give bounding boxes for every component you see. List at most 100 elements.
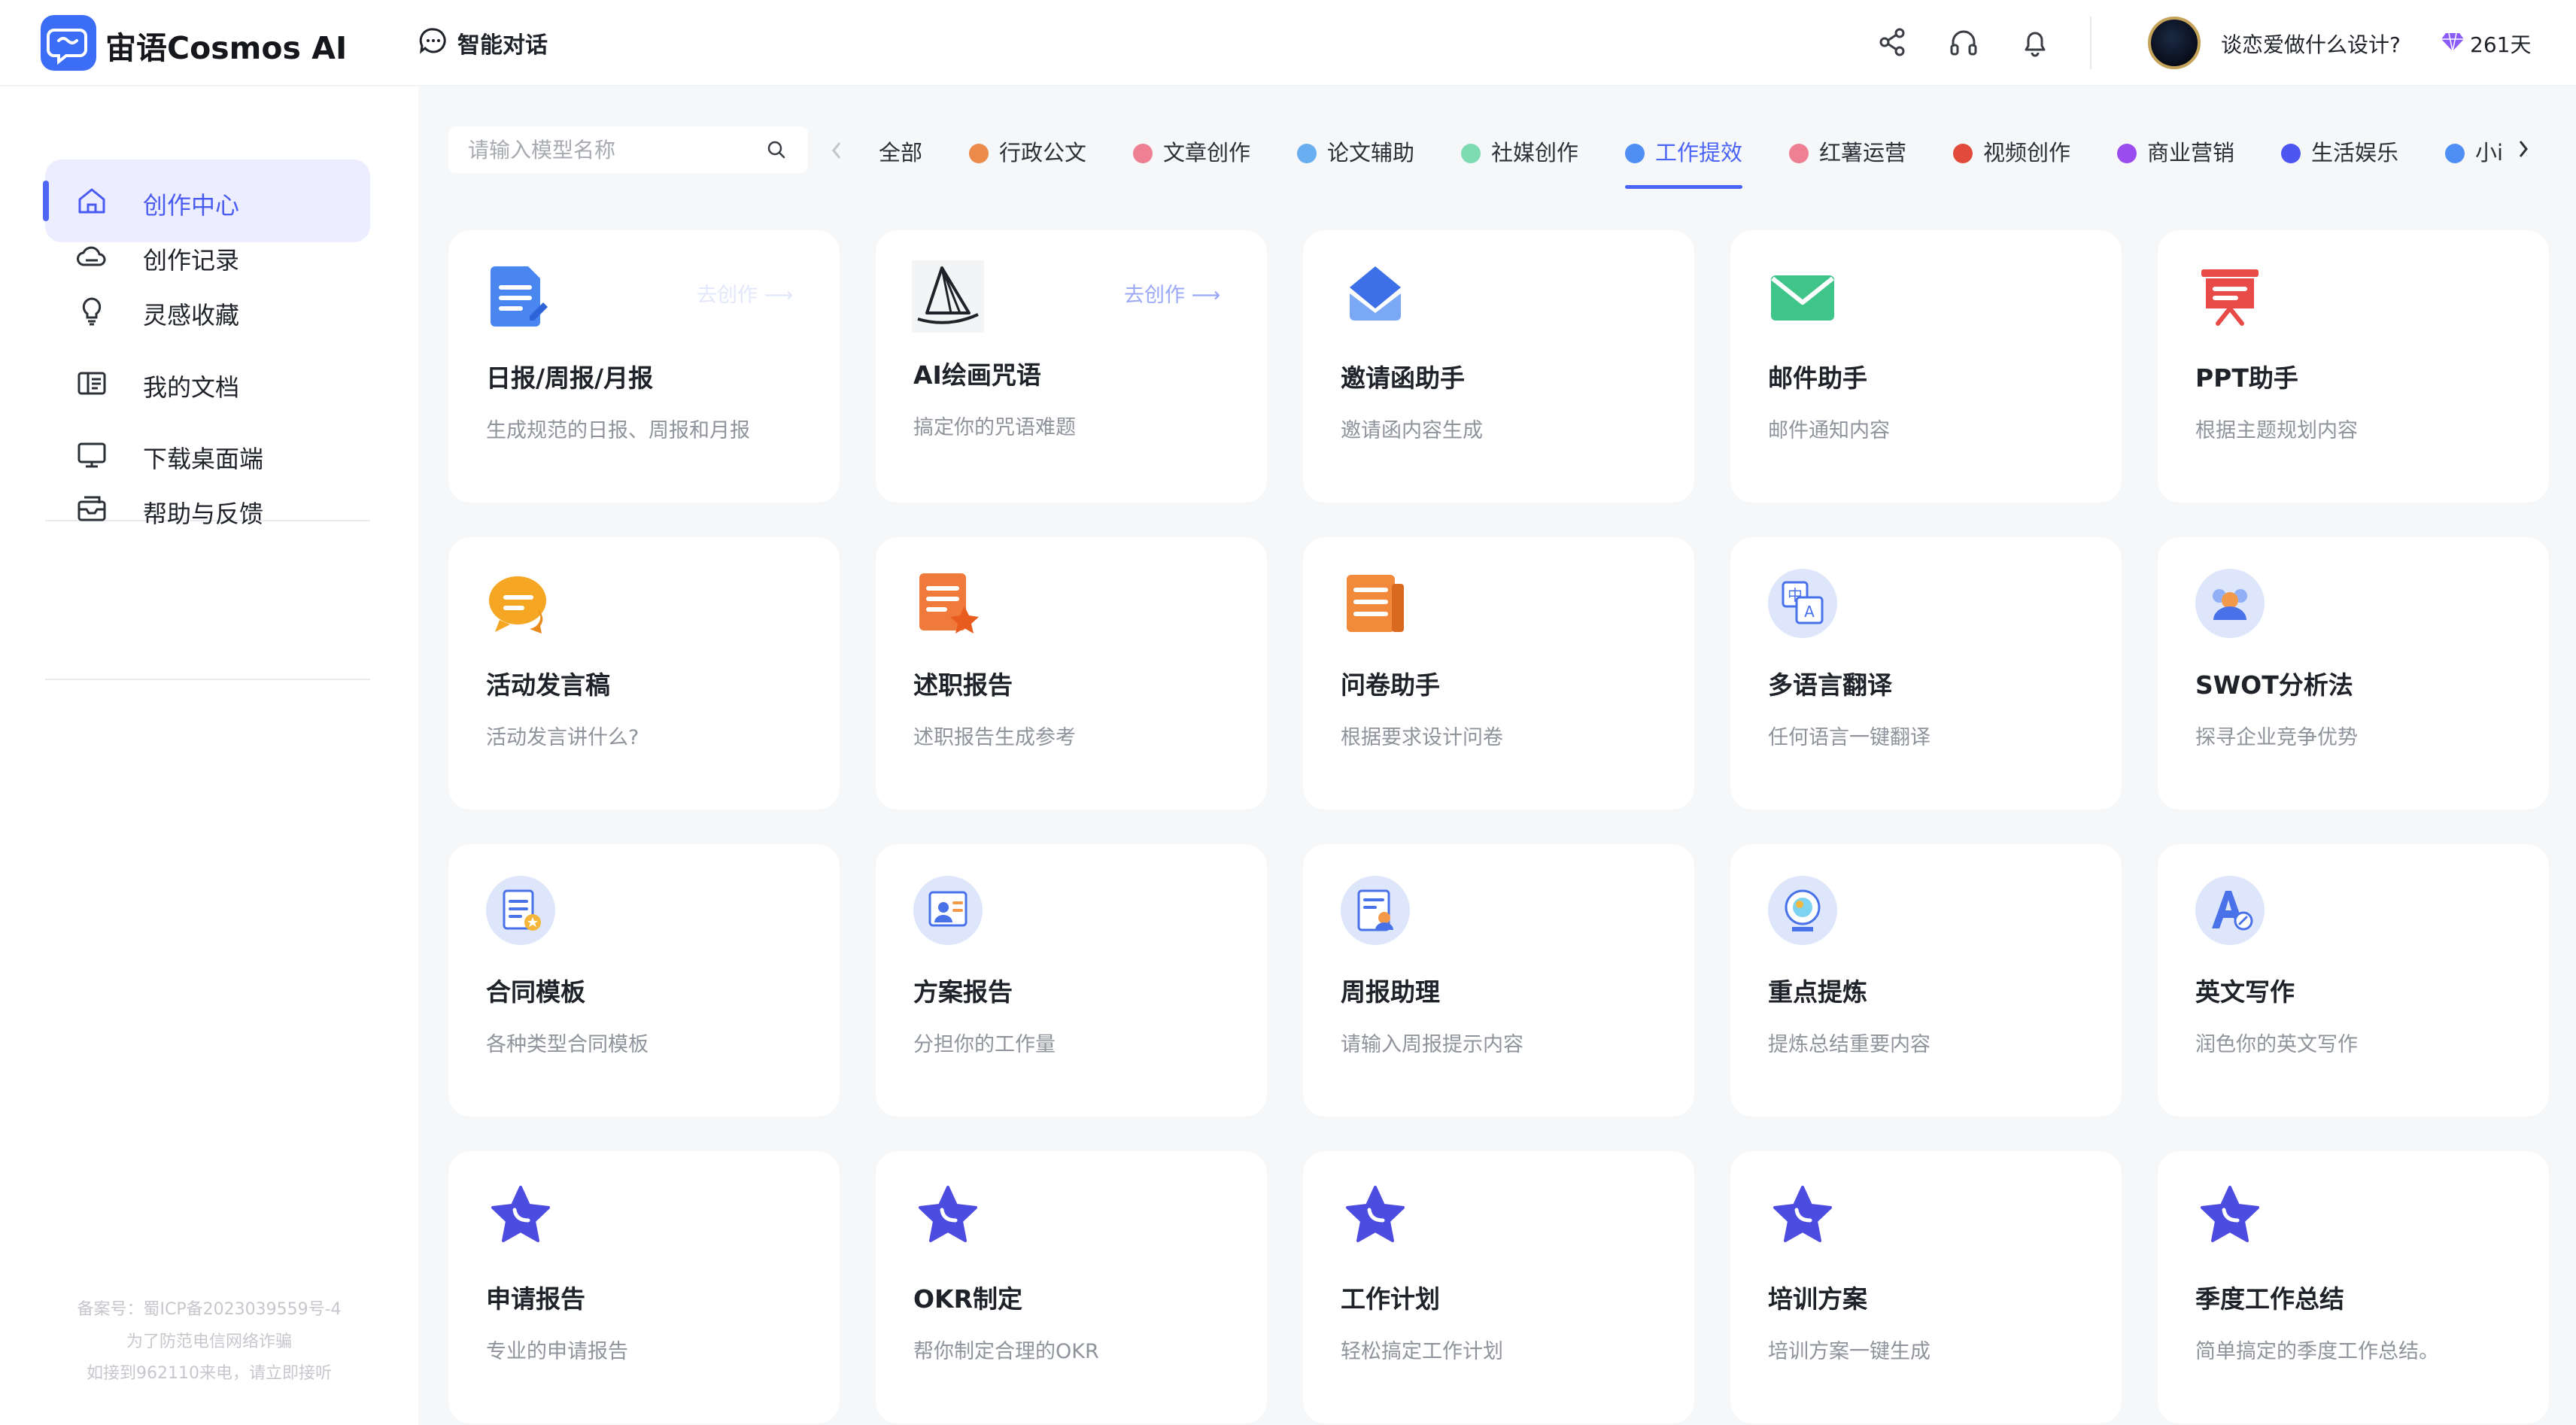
tool-card-work-report[interactable]: 述职报告 述职报告生成参考 [876,537,1267,810]
app-name: 宙语Cosmos AI [105,30,348,66]
smart-chat-link[interactable]: 智能对话 [457,26,548,59]
highlight-extract-icon [1768,876,1837,945]
tab-label: 行政公文 [999,140,1087,166]
card-description: 请输入周报提示内容 [1341,1033,1523,1056]
card-description: 培训方案一键生成 [1768,1340,1930,1363]
tool-card-quarterly-summary[interactable]: 季度工作总结 简单搞定的季度工作总结。 [2158,1151,2549,1423]
chevron-right-icon[interactable] [2513,134,2534,164]
translate-icon: 中 A [1768,569,1837,638]
tab-label: 全部 [879,140,923,166]
tab-article-writing[interactable]: 文章创作 [1133,135,1250,181]
sidebar-item-inspiration[interactable]: 灵感收藏 [45,269,370,352]
category-dot [2117,144,2137,163]
go-create-link[interactable]: 去创作 ⟶ [697,278,793,308]
tool-card-ppt[interactable]: PPT助手 根据主题规划内容 [2158,230,2549,503]
sidebar-item-help-feedback[interactable]: 帮助与反馈 [45,468,370,551]
header-divider [2090,17,2091,69]
tab-redbook-ops[interactable]: 红薯运营 [1789,135,1906,181]
card-description: 帮你制定合理的OKR [913,1340,1099,1363]
star-icon [2201,1186,2259,1242]
tool-card-english-writing[interactable]: 英文写作 润色你的英文写作 [2158,844,2549,1117]
tab-paper-assist[interactable]: 论文辅助 [1297,135,1414,181]
tool-card-application-report[interactable]: 申请报告 专业的申请报告 [448,1151,840,1423]
category-tabs: 全部 行政公文 文章创作 论文辅助 社媒创作 工作提效 红薯运营 视频创作 商业… [873,120,2502,196]
headset-icon[interactable] [1947,26,1980,59]
tab-all[interactable]: 全部 [879,135,922,181]
tool-card-plan-report[interactable]: 方案报告 分担你的工作量 [876,844,1267,1117]
search-icon[interactable] [764,138,788,162]
tool-card-email[interactable]: 邮件助手 邮件通知内容 [1730,230,2122,503]
bell-icon[interactable] [2019,26,2052,59]
card-title: 英文写作 [2195,977,2295,1007]
questionnaire-icon [1347,575,1404,632]
tab-work-efficiency[interactable]: 工作提效 [1625,135,1743,189]
sidebar-divider [45,679,370,680]
tab-administrative-docs[interactable]: 行政公文 [969,135,1086,181]
card-title: OKR制定 [913,1284,1023,1314]
tab-label: 生活娱乐 [2311,140,2399,166]
tool-card-ai-painting-prompt[interactable]: 去创作 ⟶ AI绘画咒语 搞定你的咒语难题 [876,230,1267,503]
tab-label: 视频创作 [1983,140,2071,166]
invitation-envelope-icon [1350,266,1401,321]
card-title: 方案报告 [913,977,1013,1007]
user-name[interactable]: 谈恋爱做什么设计? [2221,29,2401,59]
svg-text:A: A [1804,603,1815,621]
tool-card-daily-report[interactable]: 去创作 ⟶ 日报/周报/月报 生成规范的日报、周报和月报 [448,230,840,503]
tab-business-marketing[interactable]: 商业营销 [2117,135,2234,181]
sidebar-item-label: 灵感收藏 [143,301,240,330]
lightbulb-icon [82,297,102,326]
tool-card-training-plan[interactable]: 培训方案 培训方案一键生成 [1730,1151,2122,1423]
chat-bubble-icon [419,28,446,54]
icp-record[interactable]: 备案号：蜀ICP备2023039559号-4 [0,1296,418,1320]
card-title: 活动发言稿 [486,670,610,700]
card-title: 问卷助手 [1341,670,1440,700]
tool-card-weekly-assistant[interactable]: 周报助理 请输入周报提示内容 [1303,844,1694,1117]
sidebar: 创作中心 创作记录 灵感收藏 我的文档 下载桌面端 帮助与反馈 备案号：蜀ICP… [0,87,418,1425]
tool-card-work-plan[interactable]: 工作计划 轻松搞定工作计划 [1303,1151,1694,1423]
top-header: 宙语Cosmos AI 智能对话 谈恋爱做什么设计? 261天 [0,0,2576,86]
user-avatar[interactable] [2148,17,2201,69]
card-title: 工作计划 [1341,1284,1440,1314]
category-dot [2281,144,2301,163]
star-icon [919,1186,977,1242]
card-description: 根据主题规划内容 [2195,419,2358,442]
model-search-box[interactable] [448,126,808,173]
tab-label: 文章创作 [1163,140,1251,166]
category-dot [969,144,989,163]
chevron-left-icon[interactable] [826,135,847,166]
email-icon [1771,275,1834,321]
tab-lifestyle[interactable]: 生活娱乐 [2281,135,2398,181]
sidebar-item-my-documents[interactable]: 我的文档 [45,342,370,424]
sidebar-item-label: 帮助与反馈 [143,500,264,528]
card-description: 任何语言一键翻译 [1768,726,1930,749]
go-create-link[interactable]: 去创作 ⟶ [1124,278,1220,308]
tool-card-okr[interactable]: OKR制定 帮你制定合理的OKR [876,1151,1267,1423]
tool-card-key-points[interactable]: 重点提炼 提炼总结重要内容 [1730,844,2122,1117]
tool-card-invitation[interactable]: 邀请函助手 邀请函内容生成 [1303,230,1694,503]
card-description: 探寻企业竞争优势 [2195,726,2358,749]
tool-card-swot[interactable]: SWOT分析法 探寻企业竞争优势 [2158,537,2549,810]
membership-days[interactable]: 261天 [2470,29,2531,59]
share-icon[interactable] [1876,26,1909,59]
anti-fraud-notice-call: 如接到962110来电，请立即接听 [87,1364,332,1383]
card-description: 简单搞定的季度工作总结。 [2195,1340,2439,1363]
app-logo-icon[interactable] [41,15,96,71]
english-writing-icon [2195,876,2265,945]
mail-feedback-icon [77,496,106,521]
tool-card-questionnaire[interactable]: 问卷助手 根据要求设计问卷 [1303,537,1694,810]
card-description: 邮件通知内容 [1768,419,1890,442]
card-title: AI绘画咒语 [913,360,1041,390]
tab-label: 社媒创作 [1491,140,1579,166]
tab-more-partial[interactable]: 小i [2445,135,2502,181]
diamond-icon [2441,32,2464,52]
active-indicator [43,181,49,221]
tab-social-media[interactable]: 社媒创作 [1461,135,1578,181]
tab-video-creation[interactable]: 视频创作 [1953,135,2070,181]
card-description: 各种类型合同模板 [486,1033,649,1056]
tool-card-translation[interactable]: 中 A 多语言翻译 任何语言一键翻译 [1730,537,2122,810]
tool-card-contract[interactable]: 合同模板 各种类型合同模板 [448,844,840,1117]
category-dot [1625,144,1645,163]
tool-card-event-speech[interactable]: 活动发言稿 活动发言讲什么? [448,537,840,810]
sailboat-drawing-icon [912,260,984,333]
model-search-input[interactable] [468,136,754,163]
